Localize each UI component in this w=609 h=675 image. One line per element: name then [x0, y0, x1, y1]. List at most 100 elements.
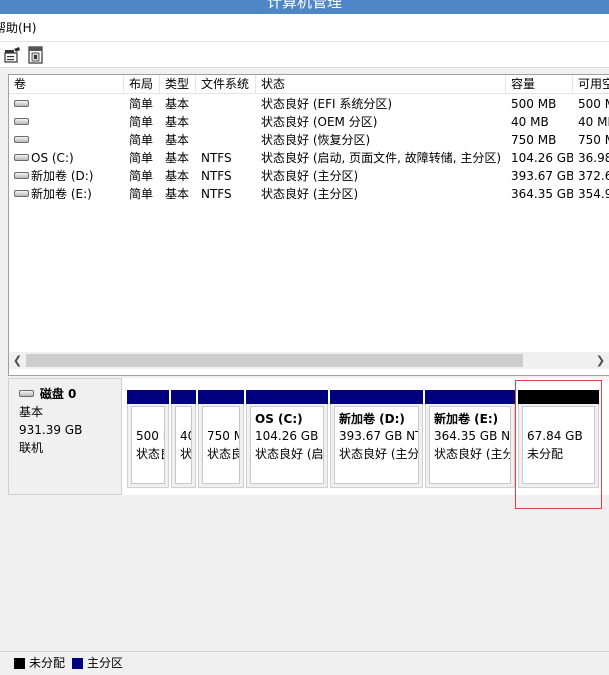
- type-cell: 基本: [165, 133, 190, 147]
- layout-cell: 简单: [129, 151, 154, 165]
- title-bar: 计算机管理: [0, 0, 609, 14]
- volume-list-header: 卷 布局 类型 文件系统 状态 容量 可用空: [9, 75, 609, 94]
- partition[interactable]: 500 MB 状态良好 (EFI 系统分区): [127, 390, 169, 488]
- horizontal-scrollbar[interactable]: ❮ ❯: [9, 352, 609, 369]
- filesystem-cell: [196, 95, 256, 113]
- table-row[interactable]: 简单 基本 状态良好 (OEM 分区) 40 MB 40 MB: [9, 113, 609, 131]
- capacity-cell: 40 MB: [511, 115, 549, 129]
- partition-size: 104.26 GB NTFS: [255, 429, 323, 443]
- legend: 未分配 主分区: [0, 651, 609, 675]
- legend-primary: 主分区: [87, 656, 124, 670]
- partition-size: 364.35 GB NTFS: [434, 429, 511, 443]
- table-row[interactable]: 新加卷 (E:) 简单 基本 NTFS 状态良好 (主分区) 364.35 GB…: [9, 185, 609, 203]
- status-cell: 状态良好 (启动, 页面文件, 故障转储, 主分区): [261, 151, 502, 165]
- drive-icon: [14, 154, 29, 161]
- column-capacity[interactable]: 容量: [506, 75, 573, 94]
- type-cell: 基本: [165, 97, 190, 111]
- partition[interactable]: 750 MB 状态良好 (恢复分区): [198, 390, 244, 488]
- layout-cell: 简单: [129, 169, 154, 183]
- partition[interactable]: OS (C:) 104.26 GB NTFS 状态良好 (启动, 页面文件, 故…: [246, 390, 328, 488]
- filesystem-cell: NTFS: [201, 169, 232, 183]
- table-row[interactable]: 简单 基本 状态良好 (EFI 系统分区) 500 MB 500 MB: [9, 95, 609, 113]
- disk-info[interactable]: 磁盘 0 基本 931.39 GB 联机: [8, 378, 122, 495]
- table-row[interactable]: OS (C:) 简单 基本 NTFS 状态良好 (启动, 页面文件, 故障转储,…: [9, 149, 609, 167]
- type-cell: 基本: [165, 169, 190, 183]
- free-cell: 372.6: [578, 169, 609, 183]
- disk-size: 931.39 GB: [19, 423, 83, 437]
- legend-unallocated: 未分配: [29, 656, 66, 670]
- partition[interactable]: 新加卷 (D:) 393.67 GB NTFS 状态良好 (主分区): [330, 390, 423, 488]
- filesystem-cell: [196, 113, 256, 131]
- free-cell: 500 MB: [578, 97, 609, 111]
- status-cell: 状态良好 (主分区): [261, 187, 359, 201]
- capacity-cell: 364.35 GB: [511, 187, 573, 201]
- capacity-cell: 393.67 GB: [511, 169, 573, 183]
- column-free[interactable]: 可用空: [573, 75, 609, 94]
- filesystem-cell: NTFS: [201, 187, 232, 201]
- drive-icon: [14, 190, 29, 197]
- capacity-cell: 750 MB: [511, 133, 557, 147]
- column-filesystem[interactable]: 文件系统: [196, 75, 256, 94]
- drive-icon: [14, 172, 29, 179]
- toolbar: [0, 42, 609, 68]
- volume-name: 新加卷 (E:): [31, 187, 92, 201]
- volume-name: OS (C:): [31, 151, 74, 165]
- partition-band: [330, 390, 423, 404]
- column-volume[interactable]: 卷: [9, 75, 124, 94]
- layout-cell: 简单: [129, 187, 154, 201]
- partition-status: 状态良好 (EFI 系统分区): [136, 447, 164, 461]
- partition-name: OS (C:): [255, 412, 303, 426]
- status-cell: 状态良好 (主分区): [261, 169, 359, 183]
- type-cell: 基本: [165, 187, 190, 201]
- free-cell: 354.9: [578, 187, 609, 201]
- partition-band: [246, 390, 328, 404]
- drive-icon: [14, 100, 29, 107]
- partition-band: [198, 390, 244, 404]
- primary-swatch: [72, 658, 83, 669]
- table-row[interactable]: 新加卷 (D:) 简单 基本 NTFS 状态良好 (主分区) 393.67 GB…: [9, 167, 609, 185]
- partition[interactable]: 新加卷 (E:) 364.35 GB NTFS 状态良好 (主分区): [425, 390, 515, 488]
- status-cell: 状态良好 (EFI 系统分区): [261, 97, 393, 111]
- partition-size: 40 MB: [180, 429, 191, 443]
- drive-icon: [14, 136, 29, 143]
- free-cell: 750 MB: [578, 133, 609, 147]
- capacity-cell: 104.26 GB: [511, 151, 573, 165]
- scrollbar-thumb[interactable]: [26, 354, 523, 367]
- partition-band: [171, 390, 196, 404]
- layout-cell: 简单: [129, 115, 154, 129]
- partition-status: 状态良好 (主分区): [339, 447, 419, 461]
- drive-icon: [14, 118, 29, 125]
- table-row[interactable]: 简单 基本 状态良好 (恢复分区) 750 MB 750 MB: [9, 131, 609, 149]
- column-status[interactable]: 状态: [256, 75, 506, 94]
- status-cell: 状态良好 (OEM 分区): [261, 115, 378, 129]
- menu-bar: 帮助(H): [0, 14, 609, 42]
- partition-name: 新加卷 (D:): [339, 412, 405, 426]
- partition-band: [127, 390, 169, 404]
- capacity-cell: 500 MB: [511, 97, 557, 111]
- partition[interactable]: 40 MB 状态良好 (OEM 分区): [171, 390, 196, 488]
- menu-help[interactable]: 帮助(H): [0, 20, 36, 36]
- properties-icon[interactable]: [4, 46, 22, 64]
- partition-status: 状态良好 (主分区): [434, 447, 510, 461]
- filesystem-cell: NTFS: [201, 151, 232, 165]
- content-area: 卷 布局 类型 文件系统 状态 容量 可用空 简单 基本 状态良好 (EFI 系…: [0, 68, 609, 675]
- type-cell: 基本: [165, 115, 190, 129]
- help-icon[interactable]: [27, 46, 45, 64]
- disk-icon: [19, 390, 34, 397]
- free-cell: 40 MB: [578, 115, 609, 129]
- volume-name: 新加卷 (D:): [31, 169, 94, 183]
- partition-status: 状态良好 (启动, 页面文件, 故障转储, 主分区): [255, 447, 324, 461]
- status-cell: 状态良好 (恢复分区): [261, 133, 371, 147]
- volume-list: 卷 布局 类型 文件系统 状态 容量 可用空 简单 基本 状态良好 (EFI 系…: [8, 74, 609, 376]
- scroll-right-icon[interactable]: ❯: [592, 352, 609, 369]
- layout-cell: 简单: [129, 97, 154, 111]
- free-cell: 36.98: [578, 151, 609, 165]
- column-layout[interactable]: 布局: [124, 75, 160, 94]
- scroll-left-icon[interactable]: ❮: [9, 352, 26, 369]
- type-cell: 基本: [165, 151, 190, 165]
- partition-name: 新加卷 (E:): [434, 412, 499, 426]
- layout-cell: 简单: [129, 133, 154, 147]
- column-type[interactable]: 类型: [160, 75, 196, 94]
- disk-type: 基本: [19, 405, 44, 419]
- partition-size: 393.67 GB NTFS: [339, 429, 418, 443]
